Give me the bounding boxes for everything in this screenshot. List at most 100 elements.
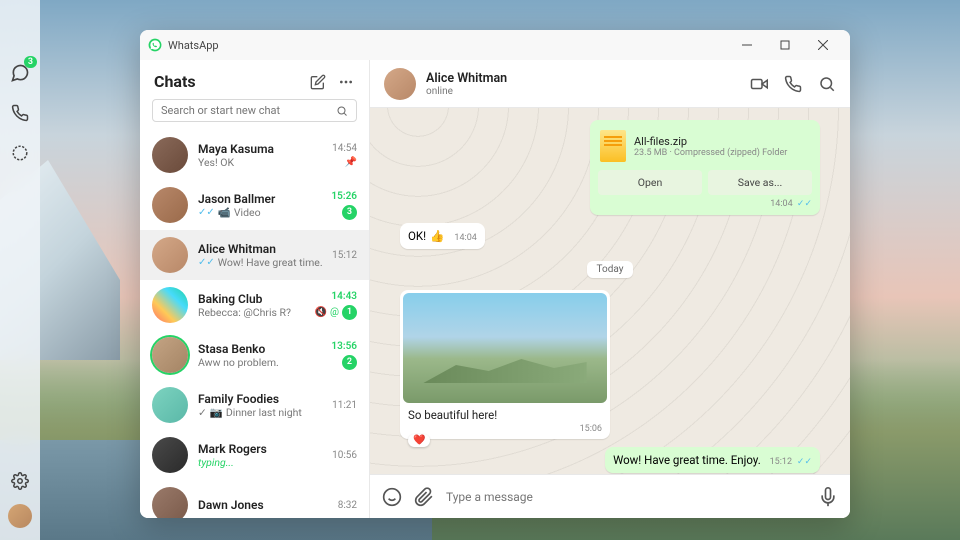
mic-icon[interactable] bbox=[818, 487, 838, 507]
message-input[interactable] bbox=[446, 490, 806, 504]
preview-type-icon: 📷 bbox=[210, 406, 223, 419]
attach-icon[interactable] bbox=[414, 487, 434, 507]
file-name: All-files.zip bbox=[634, 135, 810, 148]
chat-preview: Aww no problem. bbox=[198, 356, 321, 369]
chat-preview: ✓📷Dinner last night bbox=[198, 406, 322, 419]
muted-icon: 🔇 bbox=[315, 307, 327, 318]
chat-avatar bbox=[152, 187, 188, 223]
chat-time: 11:21 bbox=[332, 400, 357, 411]
unread-badge: 3 bbox=[24, 56, 37, 68]
pinned-icon: 📌 bbox=[345, 157, 357, 168]
voice-call-icon[interactable] bbox=[784, 75, 802, 93]
search-conversation-icon[interactable] bbox=[818, 75, 836, 93]
window-titlebar[interactable]: WhatsApp bbox=[140, 30, 850, 60]
chat-item[interactable]: Dawn Jones 8:32 bbox=[140, 480, 369, 518]
app-window: WhatsApp Chats Maya KasumaYes! OK14:54📌J… bbox=[140, 30, 850, 518]
search-input[interactable] bbox=[161, 104, 336, 117]
date-divider: Today bbox=[587, 261, 634, 278]
ticks-icon: ✓✓ bbox=[198, 207, 215, 218]
photo-image[interactable] bbox=[403, 293, 607, 403]
os-taskbar: 3 bbox=[0, 0, 40, 540]
reaction-heart[interactable]: ❤️ bbox=[408, 434, 430, 447]
search-box[interactable] bbox=[152, 99, 357, 122]
minimize-button[interactable] bbox=[728, 30, 766, 60]
chat-time: 10:56 bbox=[332, 450, 357, 461]
search-icon bbox=[336, 105, 348, 117]
chat-name: Maya Kasuma bbox=[198, 142, 322, 156]
profile-avatar[interactable] bbox=[8, 504, 32, 528]
contact-name: Alice Whitman bbox=[426, 71, 740, 86]
preview-type-icon: 📹 bbox=[218, 206, 231, 219]
chat-avatar bbox=[152, 287, 188, 323]
video-call-icon[interactable] bbox=[750, 75, 768, 93]
chat-time: 8:32 bbox=[338, 500, 357, 511]
chat-name: Baking Club bbox=[198, 292, 305, 306]
chat-preview: typing... bbox=[198, 456, 322, 469]
chat-item[interactable]: Stasa BenkoAww no problem.13:562 bbox=[140, 330, 369, 380]
chat-item[interactable]: Mark Rogerstyping... 10:56 bbox=[140, 430, 369, 480]
taskbar-status-icon[interactable] bbox=[7, 140, 33, 166]
chat-time: 15:12 bbox=[332, 250, 357, 261]
chat-avatar bbox=[152, 137, 188, 173]
chat-item[interactable]: Baking ClubRebecca: @Chris R?14:43🔇@1 bbox=[140, 280, 369, 330]
conversation-panel: Alice Whitman online All-files.zip bbox=[370, 60, 850, 518]
contact-avatar[interactable] bbox=[384, 68, 416, 100]
sidebar-title: Chats bbox=[154, 72, 299, 91]
whatsapp-logo-icon bbox=[148, 38, 162, 52]
chat-preview: Rebecca: @Chris R? bbox=[198, 306, 305, 319]
chat-preview: Yes! OK bbox=[198, 156, 322, 169]
conversation-header: Alice Whitman online bbox=[370, 60, 850, 108]
emoji-thumbsup: 👍 bbox=[430, 229, 444, 243]
message-list[interactable]: All-files.zip 23.5 MB · Compressed (zipp… bbox=[370, 108, 850, 474]
chat-item[interactable]: Jason Ballmer✓✓📹Video15:263 bbox=[140, 180, 369, 230]
photo-caption: So beautiful here! bbox=[403, 403, 607, 424]
chat-avatar bbox=[152, 487, 188, 518]
chat-name: Alice Whitman bbox=[198, 242, 322, 256]
file-message[interactable]: All-files.zip 23.5 MB · Compressed (zipp… bbox=[590, 120, 820, 215]
chat-name: Family Foodies bbox=[198, 392, 322, 406]
chat-item[interactable]: Alice Whitman✓✓Wow! Have great time. Enj… bbox=[140, 230, 369, 280]
message-time: 15:06 bbox=[580, 424, 602, 434]
read-ticks-icon: ✓✓ bbox=[797, 457, 812, 467]
chat-sidebar: Chats Maya KasumaYes! OK14:54📌Jason Ball… bbox=[140, 60, 370, 518]
contact-status: online bbox=[426, 86, 740, 97]
new-chat-icon[interactable] bbox=[309, 73, 327, 91]
ticks-icon: ✓✓ bbox=[198, 257, 215, 268]
chat-item[interactable]: Maya KasumaYes! OK14:54📌 bbox=[140, 130, 369, 180]
taskbar-chats-icon[interactable]: 3 bbox=[7, 60, 33, 86]
unread-count: 2 bbox=[342, 355, 357, 370]
message-time: 14:04 bbox=[454, 233, 476, 243]
text-message[interactable]: Wow! Have great time. Enjoy. 15:12 ✓✓ bbox=[605, 447, 820, 473]
more-icon[interactable] bbox=[337, 73, 355, 91]
chat-time: 14:43 bbox=[331, 291, 357, 302]
message-composer bbox=[370, 474, 850, 518]
chat-avatar bbox=[152, 337, 188, 373]
close-button[interactable] bbox=[804, 30, 842, 60]
photo-message[interactable]: So beautiful here! 15:06 ❤️ bbox=[400, 290, 610, 439]
message-text: OK! bbox=[408, 229, 426, 243]
window-title: WhatsApp bbox=[168, 39, 728, 52]
message-time: 14:04 bbox=[770, 199, 792, 209]
settings-icon[interactable] bbox=[7, 468, 33, 494]
file-save-button[interactable]: Save as... bbox=[708, 170, 812, 195]
chat-item[interactable]: Family Foodies✓📷Dinner last night 11:21 bbox=[140, 380, 369, 430]
chat-name: Stasa Benko bbox=[198, 342, 321, 356]
emoji-picker-icon[interactable] bbox=[382, 487, 402, 507]
chat-name: Dawn Jones bbox=[198, 498, 328, 512]
chat-name: Mark Rogers bbox=[198, 442, 322, 456]
file-open-button[interactable]: Open bbox=[598, 170, 702, 195]
file-meta: 23.5 MB · Compressed (zipped) Folder bbox=[634, 148, 810, 158]
read-ticks-icon: ✓✓ bbox=[797, 199, 812, 209]
mention-icon: @ bbox=[330, 307, 339, 318]
maximize-button[interactable] bbox=[766, 30, 804, 60]
taskbar-calls-icon[interactable] bbox=[7, 100, 33, 126]
message-text: Wow! Have great time. Enjoy. bbox=[613, 453, 761, 467]
text-message[interactable]: OK! 👍 14:04 bbox=[400, 223, 485, 249]
chat-list: Maya KasumaYes! OK14:54📌Jason Ballmer✓✓📹… bbox=[140, 130, 369, 518]
chat-avatar bbox=[152, 387, 188, 423]
chat-name: Jason Ballmer bbox=[198, 192, 321, 206]
chat-avatar bbox=[152, 437, 188, 473]
chat-avatar bbox=[152, 237, 188, 273]
tick-icon: ✓ bbox=[198, 406, 207, 419]
zip-file-icon bbox=[600, 130, 626, 162]
